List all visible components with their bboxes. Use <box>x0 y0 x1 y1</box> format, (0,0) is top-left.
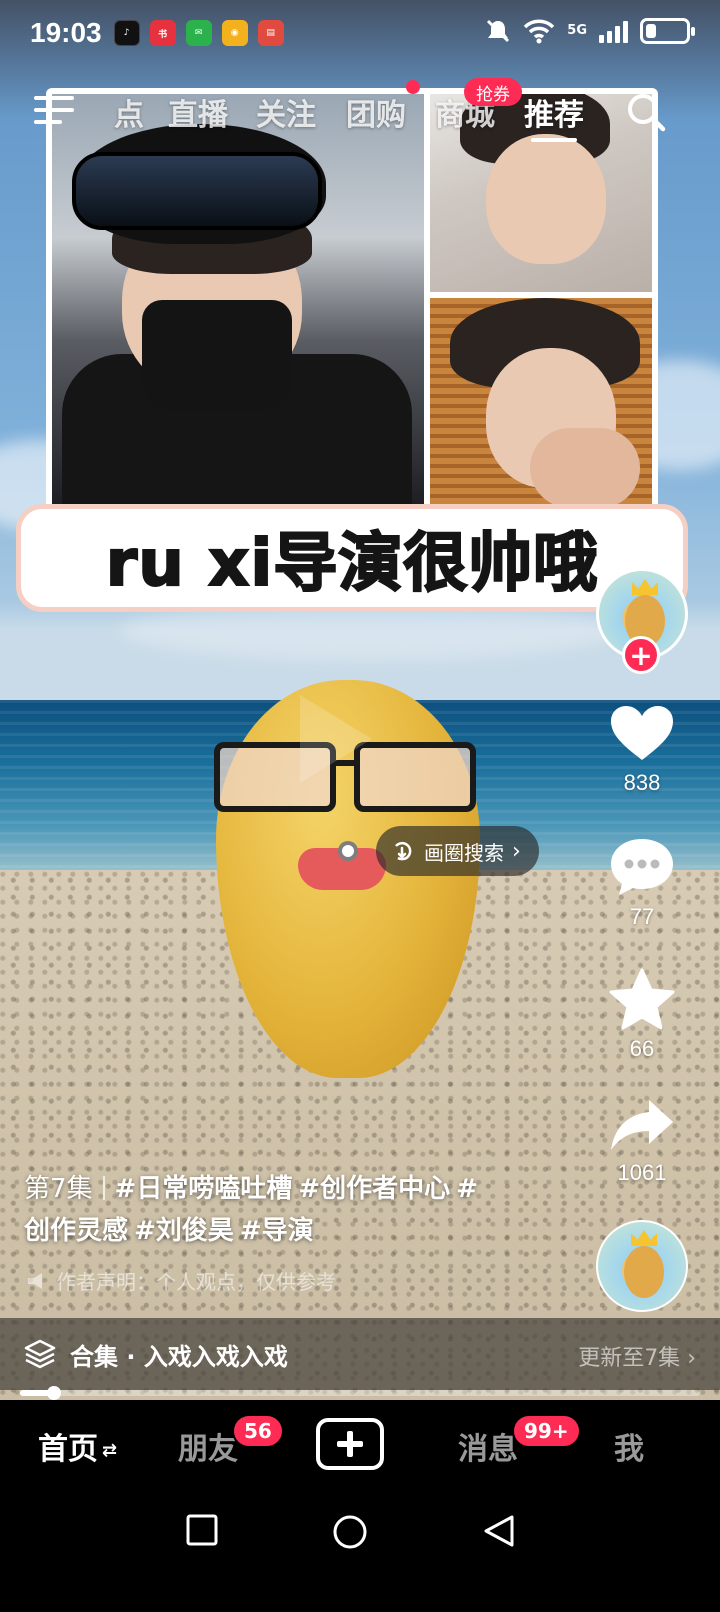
tab-me[interactable]: 我 <box>614 1424 644 1468</box>
favorite-button[interactable]: 66 <box>594 968 690 1062</box>
plus-icon <box>337 1431 363 1457</box>
friends-badge: 56 <box>232 1414 284 1448</box>
network-type: 5G <box>567 23 587 38</box>
hashtag[interactable]: #刘俊昊 <box>134 1216 234 1246</box>
home-circle-icon[interactable] <box>332 1514 368 1550</box>
hashtag[interactable]: #创作者中心 <box>298 1174 450 1204</box>
heart-icon <box>611 706 673 760</box>
tab-friends[interactable]: 朋友 <box>178 1424 238 1468</box>
megaphone-icon <box>28 1272 42 1289</box>
photo-collage <box>46 88 658 510</box>
follow-button[interactable]: + <box>622 636 660 674</box>
collection-update-text: 更新至7集 <box>578 1346 681 1371</box>
disclaimer-text: 作者声明：个人观点，仅供参考 <box>56 1270 336 1294</box>
tab-live[interactable]: 直播 <box>168 90 228 134</box>
circle-search-label: 画圈搜索 <box>424 840 504 865</box>
chevron-right-icon: › <box>512 838 521 864</box>
action-rail: + 838 77 66 1061 <box>594 0 704 1432</box>
music-disc-avatar[interactable] <box>596 1220 688 1312</box>
comment-icon <box>611 839 673 895</box>
hashtag[interactable]: # <box>456 1174 478 1204</box>
tab-point[interactable]: 点 <box>114 90 144 134</box>
tab-group-buy[interactable]: 团购 <box>346 90 406 134</box>
tab-messages[interactable]: 消息 <box>458 1424 518 1468</box>
menu-icon[interactable] <box>34 94 74 126</box>
collection-bar[interactable]: 合集 · 入戏入戏入戏 更新至7集 › <box>0 1318 720 1390</box>
divider <box>102 1176 105 1200</box>
author-disclaimer: 作者声明：个人观点，仅供参考 <box>26 1266 336 1295</box>
system-nav-bar <box>0 1492 720 1612</box>
share-arrow-icon <box>611 1100 673 1150</box>
tab-home[interactable]: 首页 ⇄ <box>38 1424 117 1468</box>
tiktok-icon: ♪ <box>113 20 140 46</box>
layers-icon <box>24 1339 56 1369</box>
favorite-count: 66 <box>629 1036 655 1061</box>
chevron-right-icon: › <box>687 1346 696 1371</box>
episode-label: 第7集 <box>24 1174 93 1204</box>
tab-following[interactable]: 关注 <box>256 90 316 134</box>
swap-icon: ⇄ <box>102 1440 118 1461</box>
notification-dot <box>406 80 420 94</box>
goggles <box>72 152 322 230</box>
collection-title: 合集 · 入戏入戏入戏 <box>70 1342 288 1371</box>
video-progress-bar[interactable] <box>20 1386 700 1400</box>
touch-circle-icon <box>395 841 412 861</box>
sticker-text: ru xi导演很帅哦 <box>105 526 599 602</box>
back-icon[interactable] <box>482 1514 516 1548</box>
video-caption: 第7集 #日常唠嗑吐槽 #创作者中心 # 创作灵感 #刘俊昊 #导演 <box>24 1168 584 1252</box>
tab-recommend[interactable]: 推荐 <box>524 90 584 134</box>
coupon-badge: 抢券 <box>464 78 522 106</box>
hashtag[interactable]: 创作灵感 <box>24 1216 128 1246</box>
collection-update: 更新至7集 › <box>578 1340 696 1372</box>
xiaohongshu-icon: 书 <box>149 20 176 46</box>
mute-icon <box>487 19 510 43</box>
face-mask <box>142 300 292 410</box>
share-count: 1061 <box>617 1160 667 1185</box>
weibo-icon: ◉ <box>221 20 248 46</box>
share-button[interactable]: 1061 <box>594 1098 690 1186</box>
messages-badge: 99+ <box>512 1414 581 1448</box>
active-tab-indicator <box>531 138 577 142</box>
comment-button[interactable]: 77 <box>594 836 690 930</box>
clock: 19:03 <box>30 17 102 48</box>
progress-handle[interactable] <box>47 1386 61 1400</box>
face <box>486 134 606 264</box>
create-button[interactable] <box>316 1418 384 1470</box>
comment-count: 77 <box>629 904 655 929</box>
recents-icon[interactable] <box>186 1514 218 1546</box>
play-icon <box>300 695 372 783</box>
glasses-lens-right <box>354 742 476 812</box>
like-button[interactable]: 838 <box>594 704 690 796</box>
circle-search-button[interactable]: 画圈搜索 › <box>338 826 539 876</box>
wechat-icon: ✉ <box>185 20 212 46</box>
wifi-icon <box>524 19 555 44</box>
bottom-tab-bar: 首页 ⇄ 朋友 56 消息 99+ 我 <box>0 1400 720 1492</box>
search-anchor-dot <box>338 841 358 861</box>
video-title-sticker: ru xi导演很帅哦 <box>16 504 688 612</box>
hashtag[interactable]: #日常唠嗑吐槽 <box>115 1174 293 1204</box>
like-count: 838 <box>623 770 661 795</box>
star-icon <box>609 968 675 1030</box>
tab-home-label: 首页 <box>38 1432 98 1467</box>
photo-ski-helmet <box>52 94 424 504</box>
hashtag[interactable]: #导演 <box>240 1216 314 1246</box>
reader-icon: ▤ <box>257 20 284 46</box>
